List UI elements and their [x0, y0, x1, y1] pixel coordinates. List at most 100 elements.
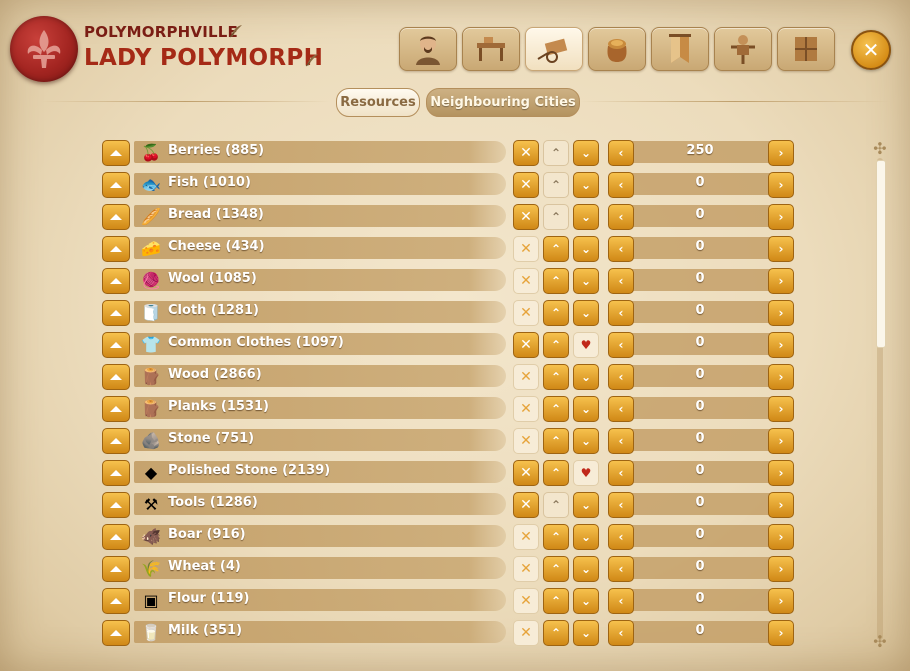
value-increase-button[interactable]: ›: [768, 300, 794, 326]
value-decrease-button[interactable]: ‹: [608, 140, 634, 166]
value-decrease-button[interactable]: ‹: [608, 556, 634, 582]
value-decrease-button[interactable]: ‹: [608, 204, 634, 230]
tab-workshop[interactable]: [462, 27, 520, 71]
decrease-button[interactable]: ⌄: [573, 204, 599, 230]
clear-button[interactable]: ✕: [513, 588, 539, 614]
clear-button[interactable]: ✕: [513, 556, 539, 582]
increase-button[interactable]: ⌃: [543, 204, 569, 230]
tab-governor[interactable]: [399, 27, 457, 71]
move-up-button[interactable]: [102, 492, 130, 518]
tab-neighbouring-cities[interactable]: Neighbouring Cities: [426, 88, 580, 117]
move-up-button[interactable]: [102, 140, 130, 166]
scroll-up-ornament-icon[interactable]: ✣: [871, 140, 889, 158]
tab-resources[interactable]: Resources: [336, 88, 420, 117]
increase-button[interactable]: ⌃: [543, 300, 569, 326]
tab-banner[interactable]: [651, 27, 709, 71]
decrease-button[interactable]: ⌄: [573, 620, 599, 646]
clear-button[interactable]: ✕: [513, 492, 539, 518]
increase-button[interactable]: ⌃: [543, 460, 569, 486]
move-up-button[interactable]: [102, 236, 130, 262]
move-up-button[interactable]: [102, 332, 130, 358]
decrease-button[interactable]: ⌄: [573, 524, 599, 550]
decrease-button[interactable]: ⌄: [573, 492, 599, 518]
clear-button[interactable]: ✕: [513, 332, 539, 358]
clear-button[interactable]: ✕: [513, 428, 539, 454]
decrease-button[interactable]: ⌄: [573, 364, 599, 390]
clear-button[interactable]: ✕: [513, 140, 539, 166]
value-decrease-button[interactable]: ‹: [608, 172, 634, 198]
value-increase-button[interactable]: ›: [768, 588, 794, 614]
decrease-button[interactable]: ♥: [573, 332, 599, 358]
clear-button[interactable]: ✕: [513, 524, 539, 550]
edit-city-name-quill-icon[interactable]: [229, 24, 243, 38]
clear-button[interactable]: ✕: [513, 300, 539, 326]
decrease-button[interactable]: ⌄: [573, 556, 599, 582]
increase-button[interactable]: ⌃: [543, 396, 569, 422]
decrease-button[interactable]: ♥: [573, 460, 599, 486]
increase-button[interactable]: ⌃: [543, 556, 569, 582]
increase-button[interactable]: ⌃: [543, 428, 569, 454]
clear-button[interactable]: ✕: [513, 620, 539, 646]
increase-button[interactable]: ⌃: [543, 620, 569, 646]
tab-farm[interactable]: [714, 27, 772, 71]
value-decrease-button[interactable]: ‹: [608, 364, 634, 390]
clear-button[interactable]: ✕: [513, 204, 539, 230]
increase-button[interactable]: ⌃: [543, 236, 569, 262]
clear-button[interactable]: ✕: [513, 236, 539, 262]
value-decrease-button[interactable]: ‹: [608, 236, 634, 262]
value-increase-button[interactable]: ›: [768, 620, 794, 646]
close-button[interactable]: ✕: [851, 30, 891, 70]
increase-button[interactable]: ⌃: [543, 364, 569, 390]
value-decrease-button[interactable]: ‹: [608, 492, 634, 518]
move-up-button[interactable]: [102, 556, 130, 582]
value-increase-button[interactable]: ›: [768, 492, 794, 518]
clear-button[interactable]: ✕: [513, 172, 539, 198]
increase-button[interactable]: ⌃: [543, 588, 569, 614]
clear-button[interactable]: ✕: [513, 460, 539, 486]
value-increase-button[interactable]: ›: [768, 204, 794, 230]
value-decrease-button[interactable]: ‹: [608, 620, 634, 646]
tab-trade[interactable]: [525, 27, 583, 71]
value-increase-button[interactable]: ›: [768, 524, 794, 550]
value-increase-button[interactable]: ›: [768, 556, 794, 582]
edit-player-name-quill-icon[interactable]: [305, 53, 319, 67]
move-up-button[interactable]: [102, 588, 130, 614]
value-decrease-button[interactable]: ‹: [608, 460, 634, 486]
move-up-button[interactable]: [102, 300, 130, 326]
move-up-button[interactable]: [102, 396, 130, 422]
value-increase-button[interactable]: ›: [768, 460, 794, 486]
value-increase-button[interactable]: ›: [768, 172, 794, 198]
decrease-button[interactable]: ⌄: [573, 236, 599, 262]
move-up-button[interactable]: [102, 460, 130, 486]
clear-button[interactable]: ✕: [513, 364, 539, 390]
move-up-button[interactable]: [102, 620, 130, 646]
move-up-button[interactable]: [102, 204, 130, 230]
value-increase-button[interactable]: ›: [768, 268, 794, 294]
tab-map[interactable]: [777, 27, 835, 71]
move-up-button[interactable]: [102, 524, 130, 550]
increase-button[interactable]: ⌃: [543, 332, 569, 358]
decrease-button[interactable]: ⌄: [573, 268, 599, 294]
increase-button[interactable]: ⌃: [543, 268, 569, 294]
value-increase-button[interactable]: ›: [768, 364, 794, 390]
value-decrease-button[interactable]: ‹: [608, 588, 634, 614]
clear-button[interactable]: ✕: [513, 268, 539, 294]
increase-button[interactable]: ⌃: [543, 492, 569, 518]
value-decrease-button[interactable]: ‹: [608, 428, 634, 454]
decrease-button[interactable]: ⌄: [573, 588, 599, 614]
decrease-button[interactable]: ⌄: [573, 396, 599, 422]
value-decrease-button[interactable]: ‹: [608, 332, 634, 358]
value-increase-button[interactable]: ›: [768, 236, 794, 262]
value-decrease-button[interactable]: ‹: [608, 300, 634, 326]
move-up-button[interactable]: [102, 428, 130, 454]
increase-button[interactable]: ⌃: [543, 140, 569, 166]
tab-storage[interactable]: [588, 27, 646, 71]
value-increase-button[interactable]: ›: [768, 428, 794, 454]
decrease-button[interactable]: ⌄: [573, 140, 599, 166]
increase-button[interactable]: ⌃: [543, 172, 569, 198]
scrollbar-thumb[interactable]: [876, 160, 886, 348]
decrease-button[interactable]: ⌄: [573, 428, 599, 454]
decrease-button[interactable]: ⌄: [573, 300, 599, 326]
clear-button[interactable]: ✕: [513, 396, 539, 422]
value-increase-button[interactable]: ›: [768, 140, 794, 166]
